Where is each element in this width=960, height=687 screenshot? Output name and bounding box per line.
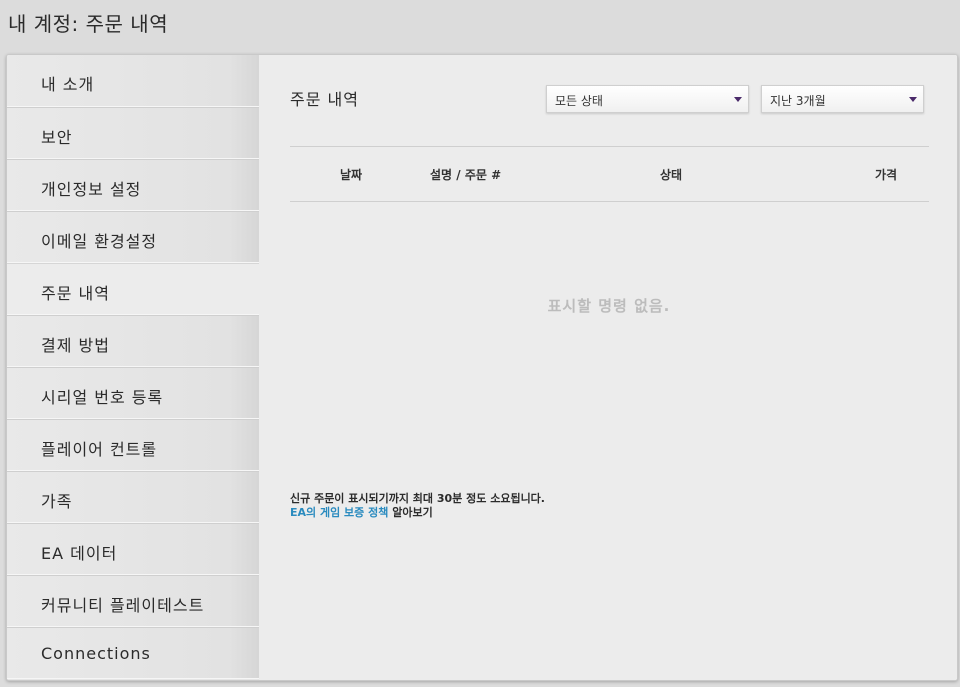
sidebar-item-label: 내 소개 [41,75,95,94]
column-header-date[interactable]: 날짜 [340,166,362,183]
account-panel: 내 소개 보안 개인정보 설정 이메일 환경설정 주문 내역 결제 방법 시리얼… [6,54,958,681]
sidebar-item-email-preferences[interactable]: 이메일 환경설정 [7,211,259,263]
warranty-policy-line: EA의 게임 보증 정책 알아보기 [290,506,545,520]
order-delay-notice: 신규 주문이 표시되기까지 최대 30분 정도 소요됩니다. [290,492,545,505]
sidebar-item-payment-methods[interactable]: 결제 방법 [7,315,259,367]
warranty-policy-suffix: 알아보기 [392,506,433,519]
chevron-down-icon [909,97,917,102]
sidebar-item-label: 시리얼 번호 등록 [41,388,164,407]
sidebar-item-ea-data[interactable]: EA 데이터 [7,523,259,575]
warranty-policy-link[interactable]: EA의 게임 보증 정책 [290,506,388,519]
column-header-price[interactable]: 가격 [875,166,897,183]
sidebar-item-connections[interactable]: Connections [7,627,259,679]
active-indicator-arrow [245,276,259,304]
sidebar-item-label: 이메일 환경설정 [41,232,158,251]
sidebar-item-label: 가족 [41,492,73,511]
sidebar-nav: 내 소개 보안 개인정보 설정 이메일 환경설정 주문 내역 결제 방법 시리얼… [7,55,260,680]
column-header-description[interactable]: 설명 / 주문 # [430,166,501,183]
sidebar-item-label: 커뮤니티 플레이테스트 [41,596,205,615]
sidebar-item-label: 결제 방법 [41,336,110,355]
orders-table-header: 날짜 설명 / 주문 # 상태 가격 [290,146,929,202]
sidebar-item-redeem-code[interactable]: 시리얼 번호 등록 [7,367,259,419]
sidebar-item-community-playtest[interactable]: 커뮤니티 플레이테스트 [7,575,259,627]
sidebar-item-label: 개인정보 설정 [41,180,142,199]
status-filter-value: 모든 상태 [555,94,603,108]
section-title: 주문 내역 [290,90,359,109]
sidebar-item-privacy-settings[interactable]: 개인정보 설정 [7,159,259,211]
order-notice: 신규 주문이 표시되기까지 최대 30분 정도 소요됩니다. EA의 게임 보증… [290,492,545,520]
sidebar-item-label: Connections [41,644,151,663]
sidebar-item-family[interactable]: 가족 [7,471,259,523]
chevron-down-icon [734,97,742,102]
sidebar-item-label: 플레이어 컨트롤 [41,440,158,459]
sidebar-item-label: EA 데이터 [41,544,118,563]
status-filter-select[interactable]: 모든 상태 [546,85,749,113]
column-header-status[interactable]: 상태 [660,166,682,183]
sidebar-item-about-me[interactable]: 내 소개 [7,55,259,107]
period-filter-value: 지난 3개월 [770,94,826,108]
period-filter-select[interactable]: 지난 3개월 [761,85,924,113]
order-history-content: 주문 내역 모든 상태 지난 3개월 날짜 설명 / 주문 # 상태 가격 표시… [259,55,957,680]
sidebar-item-player-controls[interactable]: 플레이어 컨트롤 [7,419,259,471]
empty-orders-message: 표시할 명령 없음. [547,297,671,315]
sidebar-item-security[interactable]: 보안 [7,107,259,159]
sidebar-item-label: 주문 내역 [41,284,110,303]
page-title: 내 계정: 주문 내역 [8,12,169,36]
sidebar-item-order-history[interactable]: 주문 내역 [7,263,260,316]
sidebar-item-label: 보안 [41,128,73,147]
